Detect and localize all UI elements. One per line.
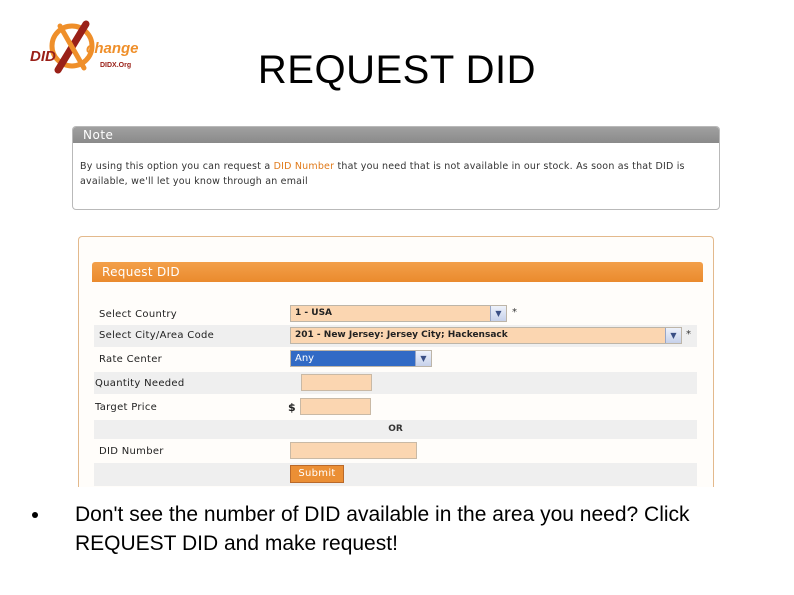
bullet-text: Don't see the number of DID available in… — [75, 503, 690, 555]
submit-row — [94, 463, 697, 486]
select-country-dropdown[interactable]: 1 - USA ▼ — [290, 305, 507, 322]
submit-button[interactable]: Submit — [290, 465, 344, 483]
note-panel: Note By using this option you can reques… — [72, 126, 720, 210]
bullet-dot-icon — [32, 512, 38, 518]
note-text: By using this option you can request a D… — [73, 143, 719, 189]
note-text-before: By using this option you can request a — [80, 161, 274, 172]
note-header: Note — [73, 127, 719, 143]
target-price-label: Target Price — [95, 402, 158, 413]
rate-center-dropdown[interactable]: Any ▼ — [290, 350, 432, 367]
did-number-input[interactable] — [290, 442, 417, 459]
chevron-down-icon[interactable]: ▼ — [665, 328, 681, 343]
select-area-dropdown[interactable]: 201 - New Jersey: Jersey City; Hackensac… — [290, 327, 682, 344]
quantity-input[interactable] — [301, 374, 372, 391]
select-area-label: Select City/Area Code — [99, 330, 215, 341]
currency-symbol: $ — [288, 401, 296, 414]
quantity-label: Quantity Needed — [95, 378, 185, 389]
or-row: OR — [94, 420, 697, 439]
select-country-label: Select Country — [99, 309, 177, 320]
target-price-row: Target Price — [94, 396, 697, 418]
did-number-label: DID Number — [99, 446, 164, 457]
slide-title: REQUEST DID — [257, 48, 537, 92]
quantity-row: Quantity Needed — [94, 372, 697, 394]
chevron-down-icon[interactable]: ▼ — [490, 306, 506, 321]
rate-center-label: Rate Center — [99, 354, 163, 365]
required-mark: * — [512, 307, 517, 318]
select-area-value: 201 - New Jersey: Jersey City; Hackensac… — [295, 330, 508, 340]
required-mark: * — [686, 329, 691, 340]
rate-center-value: Any — [295, 353, 315, 364]
select-country-value: 1 - USA — [295, 308, 333, 318]
request-did-header: Request DID — [92, 262, 703, 282]
chevron-down-icon[interactable]: ▼ — [415, 351, 431, 366]
or-separator: OR — [388, 424, 403, 434]
did-number-link[interactable]: DID Number — [274, 161, 335, 172]
target-price-input[interactable] — [300, 398, 371, 415]
